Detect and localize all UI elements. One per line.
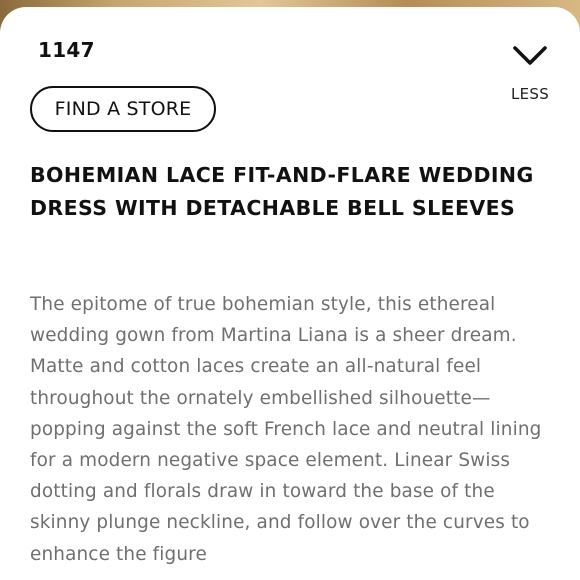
product-details-sheet: 1147 LESS FIND A STORE BOHEMIAN LACE FIT… xyxy=(0,7,580,580)
product-title: BOHEMIAN LACE FIT-AND-FLARE WEDDING DRES… xyxy=(30,163,534,220)
style-number: 1147 xyxy=(38,38,95,62)
product-description: The epitome of true bohemian style, this… xyxy=(30,294,542,565)
find-a-store-button[interactable]: FIND A STORE xyxy=(30,86,216,132)
collapse-toggle[interactable]: LESS xyxy=(500,41,560,111)
chevron-down-icon xyxy=(513,46,547,65)
collapse-label: LESS xyxy=(510,85,550,103)
